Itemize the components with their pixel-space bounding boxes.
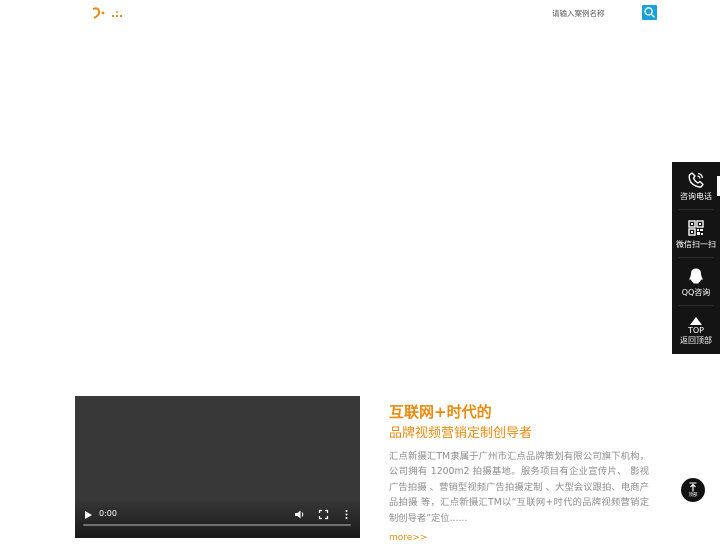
search-bar <box>546 5 657 21</box>
phone-icon <box>688 172 704 188</box>
video-player[interactable]: 0:00 <box>75 396 360 538</box>
intro-subtitle: 品牌视频营销定制创导者 <box>389 426 533 441</box>
arrow-up-icon <box>690 317 702 325</box>
search-icon <box>644 7 655 18</box>
side-item-label: QQ咨询 <box>681 288 711 297</box>
contact-side-bar: 咨询电话 微信扫一扫 QQ咨询 TOP 返回顶部 <box>672 162 720 354</box>
play-icon[interactable] <box>83 510 93 520</box>
video-time: 0:00 <box>99 509 117 518</box>
side-item-back-to-top[interactable]: TOP 返回顶部 <box>672 306 720 354</box>
search-input[interactable] <box>546 5 640 21</box>
qq-icon <box>689 268 703 284</box>
intro-description: 汇点新摄汇TM隶属于广州市汇点品牌策划有限公司旗下机构，公司拥有 1200m2 … <box>389 451 649 524</box>
more-options-icon[interactable] <box>341 509 352 520</box>
volume-icon[interactable] <box>294 509 305 520</box>
back-to-top-button[interactable]: 顶部 <box>681 478 705 502</box>
logo-icon[interactable] <box>92 7 126 19</box>
video-progress-bar[interactable] <box>83 524 351 526</box>
search-button[interactable] <box>642 5 657 20</box>
side-item-wechat[interactable]: 微信扫一扫 <box>672 210 720 258</box>
side-item-label: 返回顶部 <box>680 336 712 345</box>
side-item-top-label: TOP <box>687 326 704 335</box>
arrow-up-icon <box>689 482 697 492</box>
back-to-top-label: 顶部 <box>688 493 698 498</box>
more-link[interactable]: more>> <box>389 532 427 544</box>
side-item-qq[interactable]: QQ咨询 <box>672 258 720 306</box>
fullscreen-icon[interactable] <box>318 509 329 520</box>
intro-title: 互联网+时代的 <box>389 403 492 421</box>
side-item-label: 咨询电话 <box>680 192 712 201</box>
side-item-phone[interactable]: 咨询电话 <box>672 162 720 210</box>
qrcode-icon <box>688 220 704 236</box>
side-item-label: 微信扫一扫 <box>676 240 716 249</box>
